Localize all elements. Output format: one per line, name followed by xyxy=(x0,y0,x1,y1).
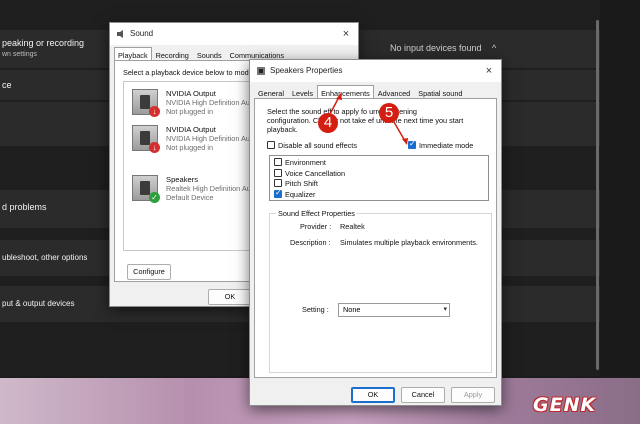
device-name: Speakers xyxy=(166,175,199,184)
effects-list: Environment Voice Cancellation Pitch Shi… xyxy=(269,155,489,201)
device-name: NVIDIA Output xyxy=(166,125,216,134)
disable-all-checkbox[interactable] xyxy=(267,141,275,149)
setting-value: None xyxy=(343,305,361,314)
immediate-mode-label: Immediate mode xyxy=(419,141,474,150)
enhancements-panel: Select the sound eff to apply fo urrent … xyxy=(254,98,497,378)
no-input-status: No input devices found xyxy=(390,43,482,53)
device-status: Not plugged in xyxy=(166,107,214,116)
tab-advanced[interactable]: Advanced xyxy=(374,85,414,99)
group-title: Sound Effect Properties xyxy=(276,209,357,218)
sound-title: Sound xyxy=(130,29,154,38)
settings-row-title: peaking or recording xyxy=(2,38,85,48)
props-ok-button[interactable]: OK xyxy=(351,387,395,403)
props-apply-button[interactable]: Apply xyxy=(451,387,495,403)
disable-all-label: Disable all sound effects xyxy=(278,141,357,150)
device-status: Not plugged in xyxy=(166,143,214,152)
scrollbar-track xyxy=(600,0,640,376)
device-description: Realtek High Definition Au xyxy=(166,184,251,193)
description-value: Simulates multiple playback environments… xyxy=(340,238,478,247)
effect-checkbox[interactable] xyxy=(274,158,282,166)
props-cancel-button[interactable]: Cancel xyxy=(401,387,445,403)
speakers-properties-dialog: Speakers Properties × General Levels Enh… xyxy=(249,59,502,406)
tab-recording[interactable]: Recording xyxy=(152,47,193,61)
step-5-marker: 5 xyxy=(379,103,399,123)
sound-titlebar: Sound × xyxy=(110,23,358,45)
settings-row-title: d problems xyxy=(2,202,47,212)
genk-watermark-logo: GENK xyxy=(533,394,597,416)
down-arrow-icon: ↓ xyxy=(149,142,160,153)
close-icon[interactable]: × xyxy=(338,26,354,42)
immediate-mode-checkbox[interactable] xyxy=(408,139,416,149)
setting-label: Setting : xyxy=(302,305,329,314)
effect-label: Voice Cancellation xyxy=(285,168,346,178)
setting-dropdown[interactable]: None ▾ xyxy=(338,303,450,317)
props-tabs: General Levels Enhancements Advanced Spa… xyxy=(254,85,466,99)
settings-row-subtitle: wn settings xyxy=(2,51,38,58)
enhancements-description-line2: configuration. Ch may not take ef until … xyxy=(267,116,464,125)
props-titlebar: Speakers Properties × xyxy=(250,60,501,82)
device-description: NVIDIA High Definition Au xyxy=(166,134,250,143)
effect-label: Environment xyxy=(285,158,326,167)
tab-spatial-sound[interactable]: Spatial sound xyxy=(414,85,466,99)
enhancements-description-line3: playback. xyxy=(267,125,298,134)
speaker-icon xyxy=(257,67,265,75)
provider-label: Provider : xyxy=(300,222,332,231)
settings-row-title: put & output devices xyxy=(2,299,75,308)
close-icon[interactable]: × xyxy=(481,63,497,79)
device-description: NVIDIA High Definition Au xyxy=(166,98,250,107)
provider-value: Realtek xyxy=(340,222,365,231)
props-title: Speakers Properties xyxy=(270,66,343,75)
tab-general[interactable]: General xyxy=(254,85,288,99)
tab-levels[interactable]: Levels xyxy=(288,85,317,99)
speaker-icon xyxy=(117,30,123,38)
playback-instruction: Select a playback device below to modi xyxy=(123,68,251,77)
sound-effect-properties-group: Sound Effect Properties Provider : Realt… xyxy=(269,209,492,373)
effect-label: Pitch Shift xyxy=(285,179,318,188)
step-4-marker: 4 xyxy=(318,113,338,133)
chevron-down-icon: ▾ xyxy=(443,306,447,313)
down-arrow-icon: ↓ xyxy=(149,106,160,117)
effect-label: Equalizer xyxy=(285,189,316,199)
device-status: Default Device xyxy=(166,193,214,202)
effect-checkbox[interactable] xyxy=(274,188,282,198)
tab-sounds[interactable]: Sounds xyxy=(193,47,226,61)
check-icon: ✓ xyxy=(149,192,160,203)
scrollbar-thumb[interactable] xyxy=(596,20,599,370)
settings-row-title: ce xyxy=(2,80,12,90)
tab-playback[interactable]: Playback xyxy=(114,47,152,61)
configure-button[interactable]: Configure xyxy=(127,264,171,280)
effect-checkbox[interactable] xyxy=(274,168,282,177)
chevron-up-icon[interactable]: ^ xyxy=(492,43,496,53)
settings-row-title: ubleshoot, other options xyxy=(2,253,88,262)
device-name: NVIDIA Output xyxy=(166,89,216,98)
description-label: Description : xyxy=(290,238,331,247)
effect-checkbox[interactable] xyxy=(274,179,282,187)
tab-enhancements[interactable]: Enhancements xyxy=(317,85,374,99)
sound-ok-button[interactable]: OK xyxy=(208,289,252,305)
